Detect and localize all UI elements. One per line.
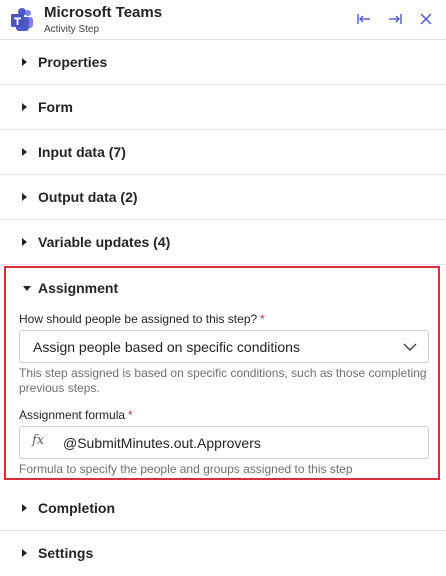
formula-label-text: Assignment formula <box>19 408 126 422</box>
section-settings[interactable]: Settings <box>0 531 446 576</box>
section-label: Output data (2) <box>38 189 138 205</box>
chevron-right-icon <box>22 193 27 201</box>
collapse-left-icon <box>357 14 370 24</box>
chevron-right-icon <box>22 103 27 111</box>
chevron-down-icon <box>403 343 417 351</box>
panel-subtitle: Activity Step <box>44 24 100 35</box>
close-button[interactable] <box>416 9 436 29</box>
chevron-right-icon <box>22 504 27 512</box>
expand-right-icon <box>389 14 402 24</box>
section-variable-updates[interactable]: Variable updates (4) <box>0 220 446 265</box>
section-input-data[interactable]: Input data (7) <box>0 130 446 175</box>
section-label: Input data (7) <box>38 144 126 160</box>
section-label: Form <box>38 99 73 115</box>
chevron-right-icon <box>22 549 27 557</box>
question-text: How should people be assigned to this st… <box>19 312 258 326</box>
expand-panel-button[interactable] <box>385 9 405 29</box>
required-marker: * <box>128 408 133 422</box>
close-icon <box>420 13 432 25</box>
assignment-question-label: How should people be assigned to this st… <box>19 312 265 326</box>
section-label: Properties <box>38 54 108 70</box>
panel-title: Microsoft Teams <box>44 4 163 21</box>
required-marker: * <box>260 312 265 326</box>
chevron-right-icon <box>22 148 27 156</box>
section-label: Variable updates (4) <box>38 234 171 250</box>
teams-icon <box>11 8 33 31</box>
formula-help-text: Formula to specify the people and groups… <box>19 462 353 476</box>
assignment-formula-label: Assignment formula * <box>19 408 133 422</box>
section-completion[interactable]: Completion <box>0 486 446 531</box>
section-properties[interactable]: Properties <box>0 40 446 85</box>
section-form[interactable]: Form <box>0 85 446 130</box>
panel-header: Microsoft Teams Activity Step <box>0 0 446 40</box>
chevron-right-icon <box>22 238 27 246</box>
chevron-down-icon <box>23 286 31 291</box>
section-assignment: Assignment How should people be assigned… <box>4 266 440 480</box>
section-label: Completion <box>38 500 115 516</box>
assignment-header[interactable]: Assignment <box>6 268 438 308</box>
section-output-data[interactable]: Output data (2) <box>0 175 446 220</box>
fx-icon: fx <box>32 433 45 448</box>
assignment-formula-input[interactable]: fx @SubmitMinutes.out.Approvers <box>19 426 429 459</box>
collapse-panel-button[interactable] <box>354 9 374 29</box>
section-label: Assignment <box>38 280 119 296</box>
chevron-right-icon <box>22 58 27 66</box>
section-label: Settings <box>38 545 94 561</box>
dropdown-value: Assign people based on specific conditio… <box>33 339 300 355</box>
assignment-type-dropdown[interactable]: Assign people based on specific conditio… <box>19 330 429 363</box>
formula-value: @SubmitMinutes.out.Approvers <box>63 435 261 451</box>
dropdown-help-text: This step assigned is based on specific … <box>19 366 427 395</box>
